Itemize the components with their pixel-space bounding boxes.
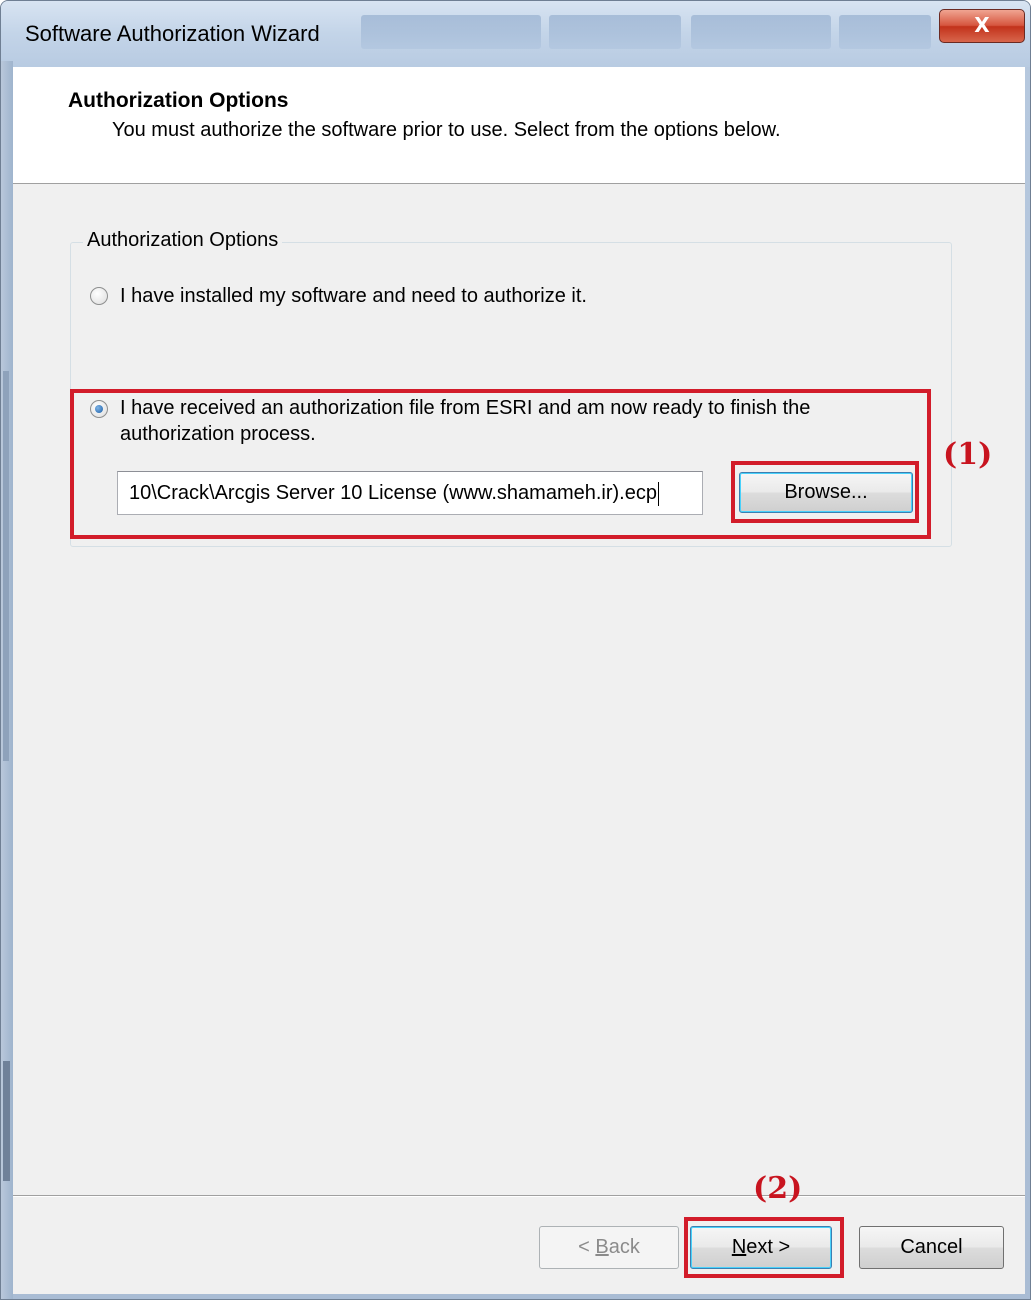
- background-taskbar-blur: [839, 15, 931, 49]
- page-title: Authorization Options: [68, 89, 289, 112]
- title-bar[interactable]: Software Authorization Wizard X: [1, 1, 1030, 67]
- wizard-window: Software Authorization Wizard X Authoriz…: [0, 0, 1031, 1300]
- group-label: Authorization Options: [83, 229, 283, 252]
- dialog-client-area: Authorization Options You must authorize…: [13, 67, 1025, 1294]
- radio-installed-option[interactable]: [90, 287, 108, 305]
- background-taskbar-blur: [549, 15, 681, 49]
- window-title: Software Authorization Wizard: [25, 21, 320, 46]
- wizard-header: Authorization Options You must authorize…: [13, 67, 1025, 184]
- radio-installed-label[interactable]: I have installed my software and need to…: [120, 283, 587, 309]
- back-button-label: ack: [608, 1236, 640, 1258]
- back-button-mnemonic: B: [595, 1236, 609, 1258]
- annotation-label-step2: (2): [753, 1171, 803, 1206]
- back-button-prefix: <: [578, 1236, 596, 1258]
- window-left-border: [1, 61, 13, 1299]
- close-button[interactable]: X: [939, 9, 1025, 43]
- annotation-box-browse: [731, 461, 919, 523]
- background-taskbar-blur: [691, 15, 831, 49]
- annotation-box-step2: [684, 1217, 844, 1278]
- background-taskbar-blur: [361, 15, 541, 49]
- back-button[interactable]: < Back: [539, 1226, 679, 1269]
- cancel-button[interactable]: Cancel: [859, 1226, 1004, 1269]
- page-subtitle: You must authorize the software prior to…: [112, 119, 781, 141]
- annotation-label-step1: (1): [943, 437, 993, 472]
- footer-separator: [13, 1195, 1025, 1197]
- cancel-button-label: Cancel: [900, 1236, 963, 1258]
- close-icon: X: [974, 13, 990, 37]
